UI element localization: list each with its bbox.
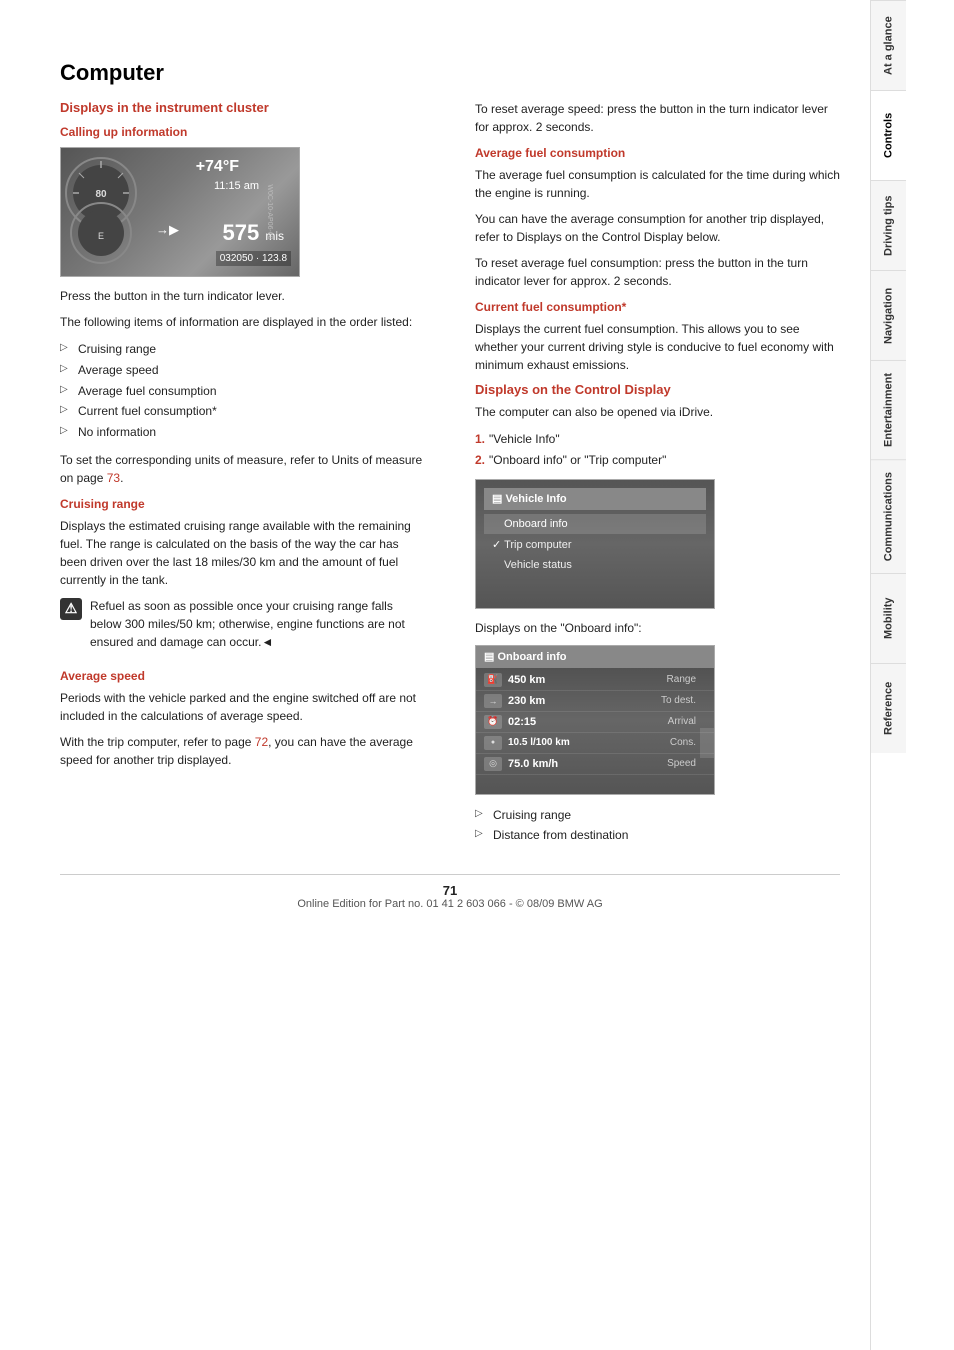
- warning-icon: ⚠: [60, 598, 82, 620]
- onboard-header: ▤ Onboard info: [476, 646, 714, 668]
- instrument-cluster-image: 80 E +74°F 11:15 am →▶: [60, 147, 300, 277]
- control-display-steps: 1."Vehicle Info" 2."Onboard info" or "Tr…: [475, 429, 840, 471]
- onboard-screenshot: ▤ Onboard info ⛽ 450 km Range → 230 km: [475, 645, 715, 795]
- onboard-heading-text: Displays on the "Onboard info":: [475, 619, 840, 637]
- sub-heading-avg-speed: Average speed: [60, 669, 425, 683]
- units-text: To set the corresponding units of measur…: [60, 451, 425, 487]
- warning-box: ⚠ Refuel as soon as possible once your c…: [60, 597, 425, 659]
- onboard-header-title: ▤ Onboard info: [484, 650, 567, 663]
- distance-display: 575 mis: [223, 220, 285, 246]
- list-item-current-fuel: Current fuel consumption*: [60, 401, 425, 422]
- control-display-intro: The computer can also be opened via iDri…: [475, 403, 840, 421]
- section-heading-control-display: Displays on the Control Display: [475, 382, 840, 397]
- direction-display: →▶: [156, 222, 179, 238]
- dest-label: To dest.: [661, 695, 706, 706]
- info-list: Cruising range Average speed Average fue…: [60, 339, 425, 443]
- list-item-avg-speed: Average speed: [60, 360, 425, 381]
- scroll-indicator: [700, 728, 714, 758]
- sub-heading-calling: Calling up information: [60, 125, 425, 139]
- dest-icon: →: [484, 694, 502, 708]
- right-tabs: At a glance Controls Driving tips Naviga…: [870, 0, 906, 1350]
- time-display: 11:15 am: [214, 180, 259, 192]
- units-page-link[interactable]: 73: [107, 471, 120, 485]
- range-label: Range: [667, 674, 706, 685]
- avg-fuel-text1: The average fuel consumption is calculat…: [475, 166, 840, 202]
- cons-value: 10.5 l/100 km: [508, 737, 570, 748]
- left-gauges-svg: 80 E: [61, 153, 146, 273]
- onboard-row-range: ⛽ 450 km Range: [476, 670, 714, 691]
- tab-driving-tips[interactable]: Driving tips: [871, 180, 906, 270]
- watermark: W0C-10-AP06-68: [266, 184, 273, 239]
- tab-mobility[interactable]: Mobility: [871, 573, 906, 663]
- onboard-list: Cruising range Distance from destination: [475, 805, 840, 847]
- footer-text: Online Edition for Part no. 01 41 2 603 …: [60, 898, 840, 910]
- odometer-display: 032050 · 123.8: [216, 251, 291, 266]
- avg-speed-text2: With the trip computer, refer to page 72…: [60, 733, 425, 769]
- svg-text:E: E: [98, 231, 104, 241]
- range-value: 450 km: [508, 674, 563, 686]
- vehicle-info-screenshot: ▤ Vehicle Info Onboard info Trip compute…: [475, 479, 715, 609]
- avg-speed-page-link[interactable]: 72: [255, 735, 268, 749]
- arrival-label: Arrival: [668, 716, 706, 727]
- arrival-value: 02:15: [508, 716, 563, 728]
- svg-text:80: 80: [95, 189, 107, 200]
- current-fuel-text: Displays the current fuel consumption. T…: [475, 320, 840, 374]
- sub-heading-cruising: Cruising range: [60, 497, 425, 511]
- tab-navigation[interactable]: Navigation: [871, 270, 906, 360]
- vehicle-info-menu-bar: ▤ Vehicle Info: [484, 488, 706, 510]
- cons-icon: ●: [484, 736, 502, 750]
- sub-heading-avg-fuel: Average fuel consumption: [475, 146, 840, 160]
- tab-reference[interactable]: Reference: [871, 663, 906, 753]
- list-item-avg-fuel: Average fuel consumption: [60, 381, 425, 402]
- warning-text: Refuel as soon as possible once your cru…: [90, 597, 425, 651]
- onboard-list-item-cruising: Cruising range: [475, 805, 840, 826]
- onboard-row-speed: ◎ 75.0 km/h Speed: [476, 754, 714, 775]
- page-number: 71: [60, 883, 840, 898]
- cruising-range-text: Displays the estimated cruising range av…: [60, 517, 425, 589]
- avg-fuel-text2: You can have the average consumption for…: [475, 210, 840, 246]
- section-heading-instrument: Displays in the instrument cluster: [60, 100, 425, 115]
- page-title: Computer: [60, 60, 840, 86]
- onboard-row-cons: ● 10.5 l/100 km Cons.: [476, 733, 714, 754]
- onboard-row-arrival: ⏰ 02:15 Arrival: [476, 712, 714, 733]
- list-item-cruising: Cruising range: [60, 339, 425, 360]
- list-item-no-info: No information: [60, 422, 425, 443]
- step-1: 1."Vehicle Info": [475, 429, 840, 450]
- step-2: 2."Onboard info" or "Trip computer": [475, 450, 840, 471]
- speed-label: Speed: [667, 758, 706, 769]
- page-footer: 71 Online Edition for Part no. 01 41 2 6…: [60, 874, 840, 918]
- menu-item-trip: Trip computer: [484, 534, 706, 555]
- vehicle-info-menu-title: ▤ Vehicle Info: [492, 492, 567, 505]
- dest-value: 230 km: [508, 695, 563, 707]
- tab-controls[interactable]: Controls: [871, 90, 906, 180]
- arrival-icon: ⏰: [484, 715, 502, 729]
- menu-item-vehicle-status: Vehicle status: [484, 555, 706, 575]
- tab-entertainment[interactable]: Entertainment: [871, 360, 906, 459]
- tab-communications[interactable]: Communications: [871, 459, 906, 573]
- avg-fuel-text3: To reset average fuel consumption: press…: [475, 254, 840, 290]
- speed-icon: ◎: [484, 757, 502, 771]
- range-icon: ⛽: [484, 673, 502, 687]
- speed-value: 75.0 km/h: [508, 758, 563, 770]
- intro-text-2: The following items of information are d…: [60, 313, 425, 331]
- tab-at-a-glance[interactable]: At a glance: [871, 0, 906, 90]
- intro-text-1: Press the button in the turn indicator l…: [60, 287, 425, 305]
- temp-display: +74°F: [196, 158, 239, 176]
- avg-speed-text1: Periods with the vehicle parked and the …: [60, 689, 425, 725]
- reset-speed-text: To reset average speed: press the button…: [475, 100, 840, 136]
- onboard-list-item-distance: Distance from destination: [475, 825, 840, 846]
- menu-item-onboard: Onboard info: [484, 514, 706, 534]
- sub-heading-current-fuel: Current fuel consumption*: [475, 300, 840, 314]
- onboard-row-dest: → 230 km To dest.: [476, 691, 714, 712]
